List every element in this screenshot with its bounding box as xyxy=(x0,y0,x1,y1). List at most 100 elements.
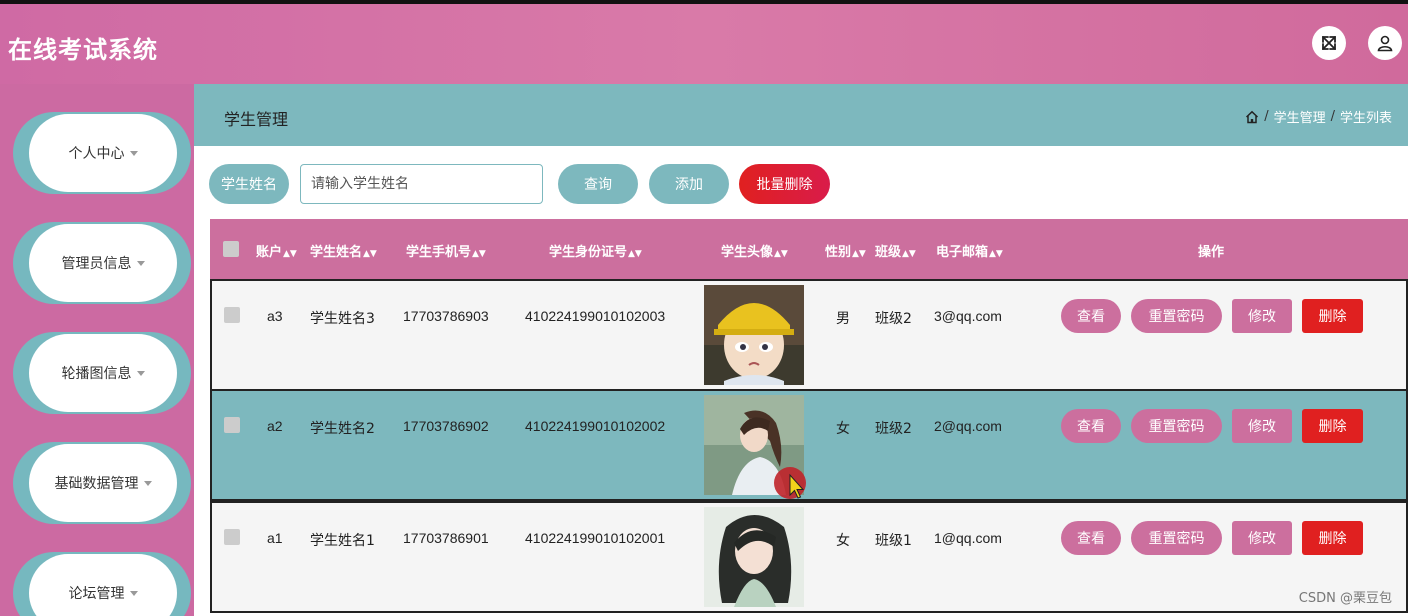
view-button[interactable]: 查看 xyxy=(1061,521,1121,555)
breadcrumb-separator: / xyxy=(1264,109,1269,124)
delete-button[interactable]: 删除 xyxy=(1302,521,1363,555)
sidebar-item-label: 管理员信息 xyxy=(61,256,132,272)
sort-icon[interactable]: ▲▼ xyxy=(989,249,1003,259)
column-header-name[interactable]: 学生姓名▲▼ xyxy=(310,241,377,260)
caret-down-icon xyxy=(136,260,145,266)
sort-icon[interactable]: ▲▼ xyxy=(363,249,377,259)
cell-name: 学生姓名1 xyxy=(310,533,375,549)
cell-name: 学生姓名3 xyxy=(310,311,375,327)
sort-icon[interactable]: ▲▼ xyxy=(472,249,486,259)
page-title: 学生管理 xyxy=(224,110,289,129)
menu-item-pill[interactable]: 轮播图信息 xyxy=(29,334,177,412)
sidebar-item-personal-center[interactable]: 个人中心 xyxy=(13,112,191,194)
cell-phone: 17703786901 xyxy=(403,530,489,546)
app-header: 在线考试系统 xyxy=(0,4,1408,84)
cell-gender: 男 xyxy=(836,311,850,327)
user-menu-button[interactable] xyxy=(1368,26,1402,60)
sidebar-item-forum[interactable]: 论坛管理 xyxy=(13,552,191,616)
main-content: 学生管理 / 学生管理 / 学生列表 学生姓名 查询 添加 批量删除 账户▲▼ … xyxy=(194,84,1408,616)
cell-phone: 17703786903 xyxy=(403,308,489,324)
column-header-id-card[interactable]: 学生身份证号▲▼ xyxy=(549,241,642,260)
column-header-email[interactable]: 电子邮箱▲▼ xyxy=(936,241,1003,260)
breadcrumb-item-student-list: 学生列表 xyxy=(1339,111,1392,126)
cell-class: 班级1 xyxy=(875,533,912,549)
column-header-label: 学生头像 xyxy=(721,245,774,260)
sidebar: 个人中心 管理员信息 轮播图信息 基础数据管理 论坛管理 xyxy=(0,84,194,616)
cell-email: 1@qq.com xyxy=(934,530,1002,546)
row-checkbox[interactable] xyxy=(224,417,240,433)
menu-item-pill[interactable]: 个人中心 xyxy=(29,114,177,192)
column-header-label: 学生手机号 xyxy=(406,245,472,260)
column-header-label: 电子邮箱 xyxy=(936,245,989,260)
cell-class: 班级2 xyxy=(875,311,912,327)
query-button[interactable]: 查询 xyxy=(558,164,638,204)
column-header-label: 学生身份证号 xyxy=(549,245,628,260)
column-header-phone[interactable]: 学生手机号▲▼ xyxy=(406,241,486,260)
sidebar-item-base-data[interactable]: 基础数据管理 xyxy=(13,442,191,524)
student-avatar-image xyxy=(704,285,804,385)
delete-button[interactable]: 删除 xyxy=(1302,409,1363,443)
fullscreen-button[interactable] xyxy=(1312,26,1346,60)
cell-account: a2 xyxy=(267,418,283,434)
delete-button[interactable]: 删除 xyxy=(1302,299,1363,333)
add-button[interactable]: 添加 xyxy=(649,164,729,204)
column-header-class[interactable]: 班级▲▼ xyxy=(875,241,916,260)
cell-gender: 女 xyxy=(836,533,850,549)
watermark: CSDN @栗豆包 xyxy=(1298,591,1392,606)
table-header: 账户▲▼ 学生姓名▲▼ 学生手机号▲▼ 学生身份证号▲▼ 学生头像▲▼ 性别▲▼… xyxy=(210,219,1408,279)
caret-down-icon xyxy=(136,370,145,376)
cell-email: 2@qq.com xyxy=(934,418,1002,434)
reset-password-button[interactable]: 重置密码 xyxy=(1131,299,1222,333)
home-icon[interactable] xyxy=(1245,110,1259,124)
edit-button[interactable]: 修改 xyxy=(1232,299,1292,333)
breadcrumb-separator: / xyxy=(1330,109,1335,124)
column-header-label: 学生姓名 xyxy=(310,245,363,260)
sidebar-item-label: 论坛管理 xyxy=(68,586,125,602)
sort-icon[interactable]: ▲▼ xyxy=(628,249,642,259)
app-title: 在线考试系统 xyxy=(8,36,158,64)
table-row: a2 学生姓名2 17703786902 410224199010102002 … xyxy=(210,389,1408,501)
column-header-label: 账户 xyxy=(256,245,283,260)
edit-button[interactable]: 修改 xyxy=(1232,521,1292,555)
column-header-account[interactable]: 账户▲▼ xyxy=(256,241,297,260)
expand-icon xyxy=(1322,36,1336,50)
cell-gender: 女 xyxy=(836,421,850,437)
caret-down-icon xyxy=(129,150,138,156)
sidebar-item-label: 轮播图信息 xyxy=(61,366,132,382)
cell-account: a1 xyxy=(267,530,283,546)
cell-phone: 17703786902 xyxy=(403,418,489,434)
menu-item-pill[interactable]: 基础数据管理 xyxy=(29,444,177,522)
cell-account: a3 xyxy=(267,308,283,324)
reset-password-button[interactable]: 重置密码 xyxy=(1131,409,1222,443)
view-button[interactable]: 查看 xyxy=(1061,409,1121,443)
mouse-cursor-icon xyxy=(774,467,806,499)
sidebar-item-label: 基础数据管理 xyxy=(54,476,139,492)
sort-icon[interactable]: ▲▼ xyxy=(852,249,866,259)
select-all-checkbox[interactable] xyxy=(223,241,239,257)
search-label: 学生姓名 xyxy=(209,164,289,204)
page-title-bar: 学生管理 / 学生管理 / 学生列表 xyxy=(194,84,1408,146)
sidebar-item-admin-info[interactable]: 管理员信息 xyxy=(13,222,191,304)
menu-item-pill[interactable]: 论坛管理 xyxy=(29,554,177,616)
user-icon xyxy=(1377,35,1393,52)
batch-delete-button[interactable]: 批量删除 xyxy=(739,164,830,204)
caret-down-icon xyxy=(143,480,152,486)
student-name-search-input[interactable] xyxy=(300,164,543,204)
student-avatar-image xyxy=(704,507,804,607)
edit-button[interactable]: 修改 xyxy=(1232,409,1292,443)
view-button[interactable]: 查看 xyxy=(1061,299,1121,333)
column-header-gender[interactable]: 性别▲▼ xyxy=(825,241,866,260)
reset-password-button[interactable]: 重置密码 xyxy=(1131,521,1222,555)
row-checkbox[interactable] xyxy=(224,307,240,323)
menu-item-pill[interactable]: 管理员信息 xyxy=(29,224,177,302)
sort-icon[interactable]: ▲▼ xyxy=(283,249,297,259)
cell-class: 班级2 xyxy=(875,421,912,437)
column-header-avatar[interactable]: 学生头像▲▼ xyxy=(721,241,788,260)
breadcrumb-item-student-management[interactable]: 学生管理 xyxy=(1274,107,1326,126)
sort-icon[interactable]: ▲▼ xyxy=(902,249,916,259)
row-checkbox[interactable] xyxy=(224,529,240,545)
sidebar-item-carousel-info[interactable]: 轮播图信息 xyxy=(13,332,191,414)
column-header-actions: 操作 xyxy=(1198,245,1225,260)
sort-icon[interactable]: ▲▼ xyxy=(774,249,788,259)
column-header-label: 性别 xyxy=(825,245,852,260)
